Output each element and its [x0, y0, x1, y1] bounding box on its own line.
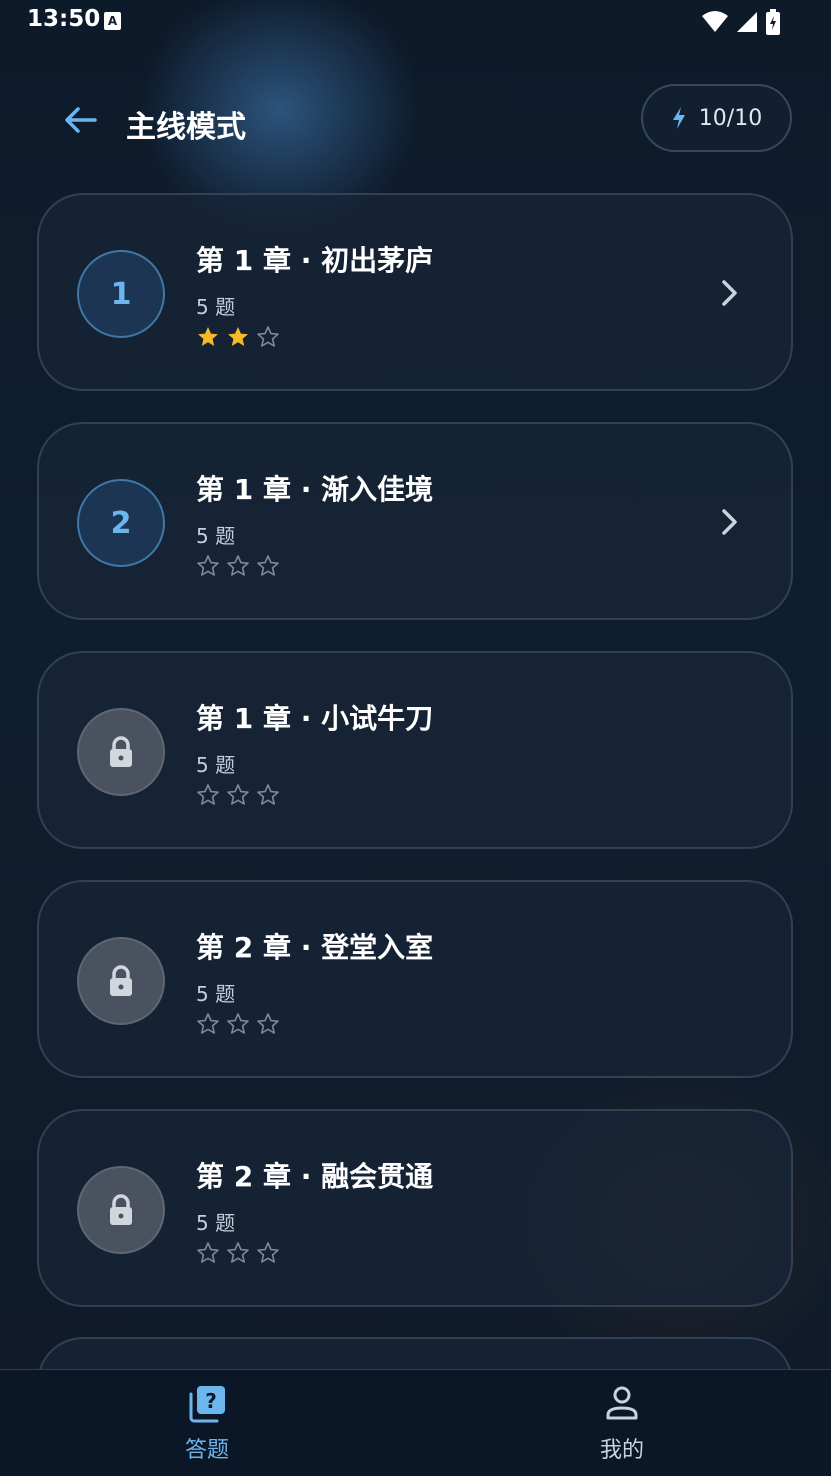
star-empty-icon [257, 784, 279, 805]
nav-tab-quiz[interactable]: ? 答题 [147, 1384, 267, 1464]
chapter-card-2[interactable]: 2 第 1 章 · 渐入佳境 5 题 [37, 422, 793, 620]
lock-icon [110, 1194, 132, 1225]
energy-count: 10/10 [698, 105, 763, 131]
quiz-icon: ? [189, 1386, 225, 1423]
energy-pill[interactable]: 10/10 [641, 84, 792, 152]
star-empty-icon [227, 1013, 249, 1034]
chapter-list: 1 第 1 章 · 初出茅庐 5 题 2 第 1 章 · 渐入佳境 5 题 第 … [37, 193, 793, 1338]
chapter-card-3[interactable]: 第 1 章 · 小试牛刀 5 题 [37, 651, 793, 849]
chapter-number: 1 [110, 276, 132, 312]
question-count: 5 题 [196, 295, 236, 319]
notification-a-letter: A [107, 14, 118, 28]
chapter-number-badge: 2 [77, 479, 165, 567]
back-button[interactable] [60, 100, 100, 140]
back-arrow-icon [65, 107, 97, 133]
bottom-nav: ? 答题 我的 [0, 1369, 831, 1476]
nav-tab-mine[interactable]: 我的 [562, 1384, 682, 1464]
chapter-card-5[interactable]: 第 2 章 · 融会贯通 5 题 [37, 1109, 793, 1307]
battery-icon [766, 9, 780, 35]
nav-label-mine: 我的 [599, 1438, 644, 1463]
status-bar: 13:50 A [0, 0, 831, 44]
star-empty-icon [257, 326, 279, 347]
star-empty-icon [257, 555, 279, 576]
star-rating [196, 325, 280, 349]
status-time: 13:50 [27, 6, 101, 32]
header: 主线模式 10/10 [0, 84, 831, 154]
svg-text:?: ? [205, 1389, 217, 1413]
chapter-title: 第 2 章 · 融会贯通 [196, 1160, 434, 1193]
lock-icon [110, 965, 132, 996]
star-rating [196, 1012, 280, 1036]
chapter-title: 第 1 章 · 小试牛刀 [196, 702, 434, 735]
chapter-lock-badge [77, 708, 165, 796]
person-icon [606, 1386, 638, 1420]
star-empty-icon [227, 1242, 249, 1263]
notification-a-icon: A [104, 12, 121, 30]
chevron-right-icon [722, 280, 737, 306]
question-count: 5 题 [196, 524, 236, 548]
star-rating [196, 554, 280, 578]
lock-icon [110, 736, 132, 767]
question-count: 5 题 [196, 982, 236, 1006]
star-rating [196, 1241, 280, 1265]
chapter-lock-badge [77, 937, 165, 1025]
chevron-right-icon [722, 509, 737, 535]
question-count: 5 题 [196, 753, 236, 777]
star-empty-icon [227, 784, 249, 805]
chapter-title: 第 1 章 · 渐入佳境 [196, 473, 434, 506]
star-empty-icon [197, 784, 219, 805]
chapter-number: 2 [110, 505, 132, 541]
wifi-icon [702, 11, 728, 32]
chapter-card-1[interactable]: 1 第 1 章 · 初出茅庐 5 题 [37, 193, 793, 391]
app-root: 13:50 A 主线模式 10/10 1 第 1 章 · 初出茅庐 5 题 2 … [0, 0, 831, 1476]
nav-label-quiz: 答题 [184, 1438, 229, 1463]
star-empty-icon [227, 555, 249, 576]
chapter-card-4[interactable]: 第 2 章 · 登堂入室 5 题 [37, 880, 793, 1078]
chapter-lock-badge [77, 1166, 165, 1254]
lightning-icon [672, 107, 685, 129]
star-empty-icon [257, 1242, 279, 1263]
star-empty-icon [197, 555, 219, 576]
star-filled-icon [198, 327, 218, 346]
star-filled-icon [228, 327, 248, 346]
signal-icon [737, 12, 757, 32]
star-rating [196, 783, 280, 807]
star-empty-icon [197, 1242, 219, 1263]
chapter-title: 第 1 章 · 初出茅庐 [196, 244, 434, 277]
chapter-number-badge: 1 [77, 250, 165, 338]
status-icons [701, 9, 781, 35]
star-empty-icon [257, 1013, 279, 1034]
star-empty-icon [197, 1013, 219, 1034]
page-title: 主线模式 [126, 110, 246, 145]
chapter-title: 第 2 章 · 登堂入室 [196, 931, 434, 964]
question-count: 5 题 [196, 1211, 236, 1235]
